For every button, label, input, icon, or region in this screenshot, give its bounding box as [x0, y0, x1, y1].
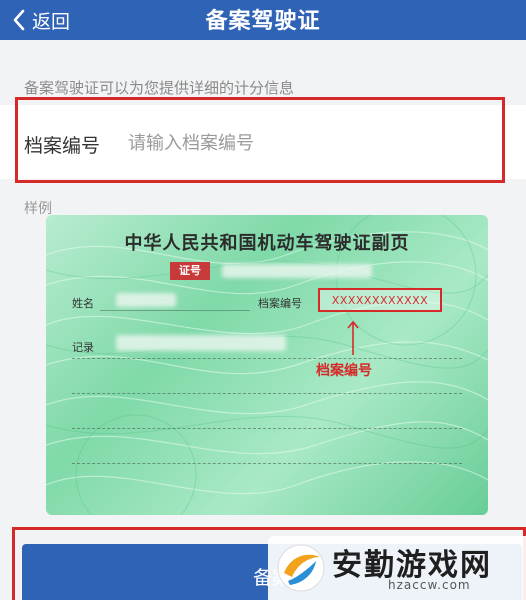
page-title: 备案驾驶证: [205, 9, 321, 34]
file-no-highlight-box: XXXXXXXXXXXX: [318, 288, 442, 312]
watermark-logo-icon: [277, 544, 325, 592]
file-no-annotation: 档案编号: [316, 363, 372, 379]
card-cert-badge: 证号: [170, 262, 210, 280]
card-file-no-label: 档案编号: [258, 297, 302, 310]
arrow-up-icon: [347, 320, 359, 355]
blurred-name: [116, 293, 176, 307]
card-name-label: 姓名: [72, 297, 94, 310]
nav-bar: 返回 备案驾驶证: [0, 0, 526, 40]
card-row-line: [72, 393, 462, 394]
blurred-record: [116, 335, 286, 351]
file-number-input[interactable]: [128, 124, 488, 162]
card-row-line: [72, 428, 462, 429]
card-record-label: 记录: [72, 341, 94, 354]
card-name-line: [100, 310, 250, 311]
card-row-line: [72, 463, 462, 464]
site-watermark: 安勤游戏网 hzaccw.com: [268, 536, 526, 600]
watermark-url: hzaccw.com: [388, 578, 471, 592]
blurred-cert-number: [222, 264, 372, 278]
card-pattern: [46, 215, 488, 515]
file-number-label: 档案编号: [24, 135, 101, 157]
form-hint: 备案驾驶证可以为您提供详细的计分信息: [24, 79, 295, 97]
card-file-no-value: XXXXXXXXXXXX: [331, 294, 429, 307]
card-row-line: [72, 358, 462, 359]
card-title: 中华人民共和国机动车驾驶证副页: [124, 233, 410, 254]
sample-license-card: 中华人民共和国机动车驾驶证副页 证号 姓名 档案编号 XXXXXXXXXXXX …: [46, 215, 488, 515]
